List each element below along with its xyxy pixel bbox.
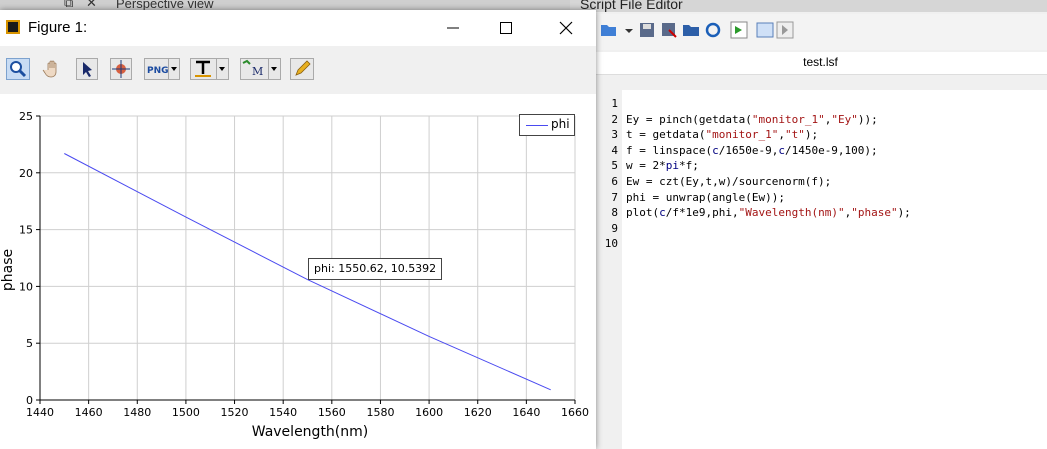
open-folder-icon[interactable]	[682, 21, 700, 39]
svg-text:M: M	[252, 65, 263, 78]
pan-hand-icon[interactable]	[42, 58, 64, 80]
y-tick-label: 15	[19, 224, 33, 237]
svg-text:PNG: PNG	[147, 66, 169, 76]
minimize-icon[interactable]	[443, 18, 463, 38]
line-number: 10	[604, 237, 618, 251]
maximize-icon[interactable]	[496, 18, 516, 38]
figure-toolbar: PNG M	[0, 46, 596, 94]
x-tick-label: 1480	[123, 406, 151, 419]
x-tick-label: 1600	[415, 406, 443, 419]
zoom-icon[interactable]	[6, 58, 30, 80]
line-number: 2	[611, 112, 618, 126]
line-number: 7	[611, 190, 618, 204]
editor-tab-bar: test.lsf	[594, 52, 1047, 75]
code-text-area[interactable]: Ey = pinch(getdata("monitor_1","Ey")); t…	[622, 90, 1047, 449]
editor-toolbar	[570, 14, 1047, 50]
open-file-icon[interactable]	[600, 21, 618, 39]
tick-labels: 1440 1460 1480 1500 1520 1540 1560 1580 1600 1620…	[19, 110, 589, 419]
x-tick-label: 1620	[464, 406, 492, 419]
script-file-editor: ⧉ ✕ Script File Editor	[570, 0, 1047, 449]
png-export-icon[interactable]: PNG	[144, 58, 180, 80]
line-number: 3	[611, 128, 618, 142]
play-icon[interactable]	[776, 21, 794, 39]
close-icon[interactable]	[556, 18, 576, 38]
code-line: Ew = czt(Ey,t,w)/sourcenorm(f);	[626, 174, 832, 188]
legend-entry-phi: phi	[551, 117, 570, 131]
plot-area[interactable]: 1440 1460 1480 1500 1520 1540 1560 1580 1600 1620…	[0, 94, 596, 449]
code-line: t = getdata("monitor_1","t");	[626, 128, 819, 142]
legend-swatch	[526, 125, 548, 126]
marker-insert-icon[interactable]: M	[240, 58, 282, 80]
figure-titlebar[interactable]: Figure 1:	[0, 10, 596, 46]
tab-test-lsf[interactable]: test.lsf	[594, 55, 1047, 69]
x-tick-label: 1500	[172, 406, 200, 419]
line-number-gutter: 1 2 3 4 5 6 7 8 9 10	[594, 96, 622, 449]
line-number: 5	[611, 159, 618, 173]
figure-title: Figure 1:	[28, 19, 88, 36]
line-number: 4	[611, 143, 618, 157]
pencil-edit-icon[interactable]	[290, 58, 314, 80]
y-tick-label: 0	[26, 394, 33, 407]
code-line: f = linspace(c/1650e-9,c/1450e-9,100);	[626, 143, 878, 157]
run-script-icon[interactable]	[730, 21, 748, 39]
y-tick-label: 5	[26, 337, 33, 350]
line-number: 9	[611, 221, 618, 235]
layout-icon[interactable]	[756, 21, 774, 39]
x-tick-label: 1580	[366, 406, 394, 419]
y-tick-label: 25	[19, 110, 33, 123]
x-tick-label: 1440	[26, 406, 54, 419]
x-tick-label: 1460	[75, 406, 103, 419]
save-icon[interactable]	[638, 21, 656, 39]
line-number: 8	[611, 206, 618, 220]
figure-window: Figure 1: PNG M 1440 1460 1480 1500 1520…	[0, 10, 596, 449]
x-tick-label: 1560	[318, 406, 346, 419]
axes	[36, 115, 576, 404]
line-number: 6	[611, 174, 618, 188]
y-tick-label: 20	[19, 167, 33, 180]
text-insert-icon[interactable]	[190, 58, 230, 80]
open-dropdown-chevron-icon[interactable]	[620, 21, 633, 39]
code-line: Ey = pinch(getdata("monitor_1","Ey"));	[626, 112, 878, 126]
x-axis-label: Wavelength(nm)	[252, 424, 368, 440]
y-tick-label: 10	[19, 280, 33, 293]
y-axis-label: phase	[0, 249, 16, 291]
code-line: phi = unwrap(angle(Ew));	[626, 190, 785, 204]
phase-chart[interactable]: 1440 1460 1480 1500 1520 1540 1560 1580 1600 1620…	[0, 94, 596, 449]
code-line: w = 2*pi*f;	[626, 159, 699, 173]
code-line: plot(c/f*1e9,phi,"Wavelength(nm)","phase…	[626, 206, 911, 220]
app-icon	[6, 20, 20, 34]
select-arrow-icon[interactable]	[76, 58, 98, 80]
refresh-icon[interactable]	[704, 21, 722, 39]
data-cursor-icon[interactable]	[110, 58, 132, 80]
x-tick-label: 1540	[269, 406, 297, 419]
x-tick-label: 1640	[512, 406, 540, 419]
x-tick-label: 1520	[221, 406, 249, 419]
data-cursor-tooltip: phi: 1550.62, 10.5392	[308, 258, 443, 280]
legend[interactable]: phi	[519, 114, 575, 136]
line-number: 1	[611, 97, 618, 110]
editor-titlebar: ⧉ ✕ Script File Editor	[570, 0, 1047, 12]
save-as-icon[interactable]	[660, 21, 678, 39]
code-lines: Ey = pinch(getdata("monitor_1","Ey")); t…	[626, 96, 911, 252]
x-tick-label: 1660	[561, 406, 589, 419]
